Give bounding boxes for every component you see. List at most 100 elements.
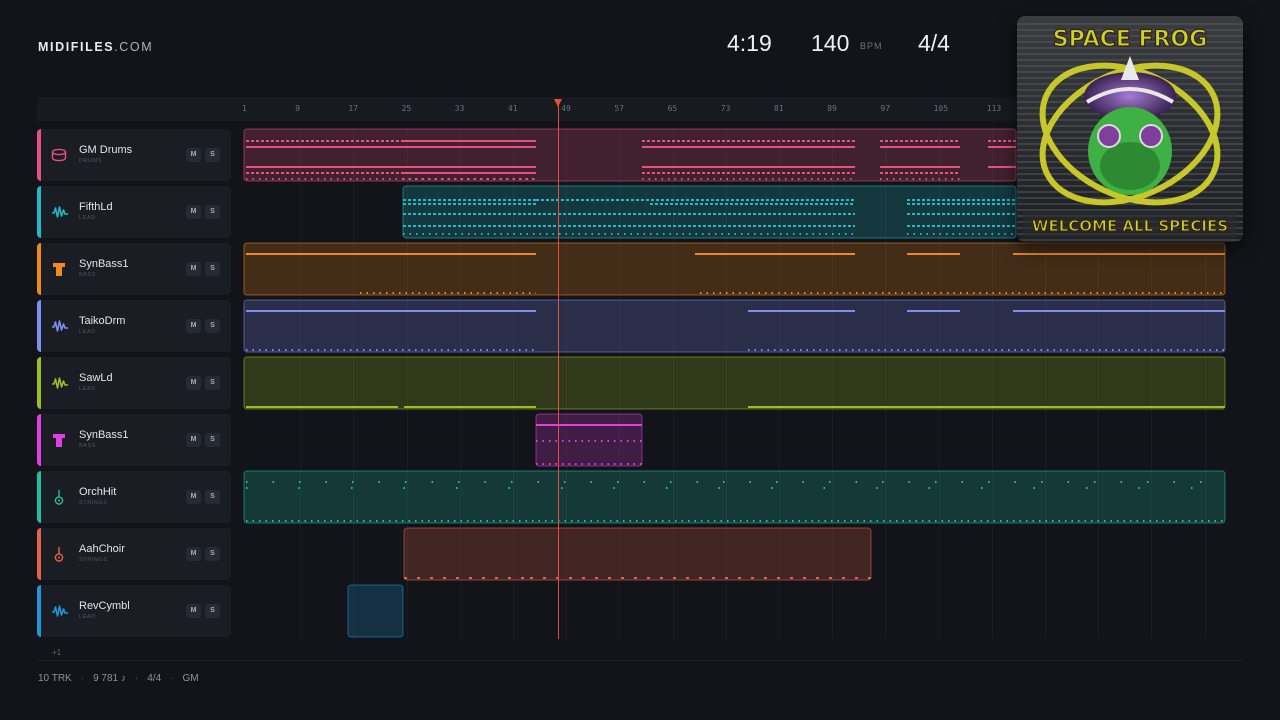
track-name: RevCymbl [79,600,130,612]
wave-icon [51,318,68,334]
track-category: LEAD [79,614,96,620]
track-category: LEAD [79,215,96,221]
time-signature: 4/4 [918,30,950,56]
wave-icon [51,375,68,391]
status-bar: 10 TRK · 9 781 ♪ · 4/4 · GM [38,673,199,684]
transport-display: 4:19 140 BPM 4/4 [0,30,1000,60]
track-header[interactable]: SawLd LEAD M S [37,357,231,409]
track-color-stripe [37,471,41,523]
ruler-tick: 73 [720,104,731,113]
mute-button[interactable]: M [186,547,201,561]
track-color-stripe [37,243,41,295]
footer-divider [37,660,1243,661]
track-name: SawLd [79,372,113,384]
mute-button[interactable]: M [186,433,201,447]
playhead[interactable] [554,99,562,639]
track-color-stripe [37,357,41,409]
solo-button[interactable]: S [205,376,220,390]
solo-button[interactable]: S [205,205,220,219]
solo-button[interactable]: S [205,490,220,504]
track-category: DRUMS [79,158,103,164]
song-time: 4:19 [727,30,772,56]
track-color-stripe [37,300,41,352]
ruler-tick: 49 [561,104,571,113]
track-header[interactable]: TaikoDrm LEAD M S [37,300,231,352]
track-name: SynBass1 [79,258,129,270]
solo-button[interactable]: S [205,547,220,561]
ruler-tick: 41 [508,104,518,113]
ruler-tick: 113 [986,104,1002,113]
ruler-tick: 25 [401,104,412,113]
track-name: AahChoir [79,543,125,555]
track-category: BASS [79,443,97,449]
track-category: BASS [79,272,97,278]
more-tracks-indicator[interactable]: +1 [52,648,61,657]
album-title: SPACE FROG [1053,27,1208,52]
mute-button[interactable]: M [186,262,201,276]
track-category: LEAD [79,386,96,392]
ruler-tick: 97 [880,104,891,113]
track-category: STRINGS [79,500,108,506]
solo-button[interactable]: S [205,262,220,276]
bass-icon [51,432,67,448]
track-lane: OrchHit STRINGS M S [37,471,1227,523]
mute-button[interactable]: M [186,319,201,333]
track-lane: RevCymbl LEAD M S [37,585,1227,637]
ruler-tick: 81 [774,104,784,113]
solo-button[interactable]: S [205,433,220,447]
track-header[interactable]: FifthLd LEAD M S [37,186,231,238]
album-art-image: SPACE FROG WELCOME ALL SPECIES [1017,16,1243,242]
track-lane: SynBass1 BASS M S [37,243,1227,295]
solo-button[interactable]: S [205,604,220,618]
solo-button[interactable]: S [205,148,220,162]
playhead-handle[interactable] [554,99,562,107]
track-header[interactable]: OrchHit STRINGS M S [37,471,231,523]
track-lane: AahChoir STRINGS M S [37,528,1227,580]
ruler-tick: 57 [614,104,625,113]
mute-button[interactable]: M [186,148,201,162]
track-color-stripe [37,186,41,238]
guitar-icon [51,546,67,562]
track-color-stripe [37,414,41,466]
track-name: OrchHit [79,486,117,498]
track-header[interactable]: RevCymbl LEAD M S [37,585,231,637]
track-header[interactable]: SynBass1 BASS M S [37,414,231,466]
bass-icon [51,261,67,277]
wave-icon [51,603,68,619]
mute-button[interactable]: M [186,490,201,504]
album-art: SPACE FROG WELCOME ALL SPECIES [1017,16,1243,242]
ruler-tick: 33 [454,104,465,113]
track-count: 10 TRK [38,673,72,684]
tempo-value: 140 [811,30,850,56]
midi-standard: GM [182,673,199,684]
mute-button[interactable]: M [186,604,201,618]
track-color-stripe [37,585,41,637]
track-category: STRINGS [79,557,108,563]
ruler-tick: 65 [667,104,678,113]
mute-button[interactable]: M [186,376,201,390]
track-category: LEAD [79,329,96,335]
mute-button[interactable]: M [186,205,201,219]
track-header[interactable]: GM Drums DRUMS M S [37,129,231,181]
track-lane: TaikoDrm LEAD M S [37,300,1227,352]
track-name: GM Drums [79,144,133,156]
track-color-stripe [37,528,41,580]
separator: · [170,673,174,684]
track-header[interactable]: AahChoir STRINGS M S [37,528,231,580]
track-header[interactable]: SynBass1 BASS M S [37,243,231,295]
separator: · [80,673,85,684]
separator: · [134,673,139,684]
tempo-unit: BPM [860,41,883,51]
track-lane: SynBass1 BASS M S [37,414,1227,466]
ruler-tick: 17 [348,104,359,113]
guitar-icon [51,489,67,505]
footer-signature: 4/4 [147,673,162,684]
track-name: SynBass1 [79,429,129,441]
note-count: 9 781 ♪ [93,673,126,684]
solo-button[interactable]: S [205,319,220,333]
track-lane: SawLd LEAD M S [37,357,1227,409]
track-color-stripe [37,129,41,181]
album-caption: WELCOME ALL SPECIES [1032,217,1228,235]
track-name: TaikoDrm [79,315,126,327]
track-name: FifthLd [79,201,113,213]
